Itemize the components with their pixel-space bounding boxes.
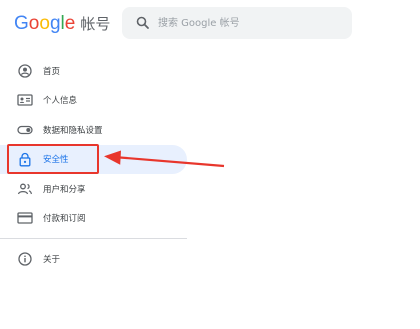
toggle-icon — [17, 122, 33, 138]
sidebar-item-payments[interactable]: 付款和订阅 — [0, 204, 187, 234]
sidebar-about: 关于 — [0, 244, 187, 274]
sidebar-item-label: 付款和订阅 — [43, 214, 86, 225]
logo-letter: G — [14, 13, 29, 34]
search-box[interactable] — [122, 7, 352, 39]
google-account-logo[interactable]: Google 帐号 — [14, 13, 110, 35]
sidebar-item-about[interactable]: 关于 — [0, 244, 187, 274]
sidebar-item-label: 数据和隐私设置 — [43, 125, 103, 136]
sidebar-divider — [0, 238, 187, 239]
sidebar-item-label: 用户和分享 — [43, 184, 86, 195]
home-icon — [17, 63, 33, 79]
sidebar-item-label: 关于 — [43, 254, 61, 265]
info-icon — [17, 251, 33, 267]
sidebar-item-data-privacy[interactable]: 数据和隐私设置 — [0, 115, 187, 145]
people-icon — [17, 181, 33, 197]
credit-card-icon — [17, 210, 33, 226]
sidebar-item-people-sharing[interactable]: 用户和分享 — [0, 174, 187, 204]
logo-letter: o — [39, 13, 50, 34]
google-wordmark: Google — [14, 13, 75, 35]
logo-letter: g — [49, 13, 61, 34]
app-header: Google 帐号 — [0, 0, 420, 46]
sidebar-item-personal-info[interactable]: 个人信息 — [0, 86, 187, 116]
annotation-highlight-box — [7, 144, 99, 174]
sidebar-item-home[interactable]: 首页 — [0, 56, 187, 86]
sidebar-item-label: 个人信息 — [43, 96, 78, 107]
logo-letter: o — [28, 13, 40, 34]
sidebar-item-label: 首页 — [43, 66, 61, 77]
product-name: 帐号 — [80, 15, 111, 33]
search-input[interactable] — [158, 7, 348, 39]
id-card-icon — [17, 92, 33, 108]
logo-letter: e — [64, 13, 76, 34]
search-icon[interactable] — [135, 15, 151, 31]
